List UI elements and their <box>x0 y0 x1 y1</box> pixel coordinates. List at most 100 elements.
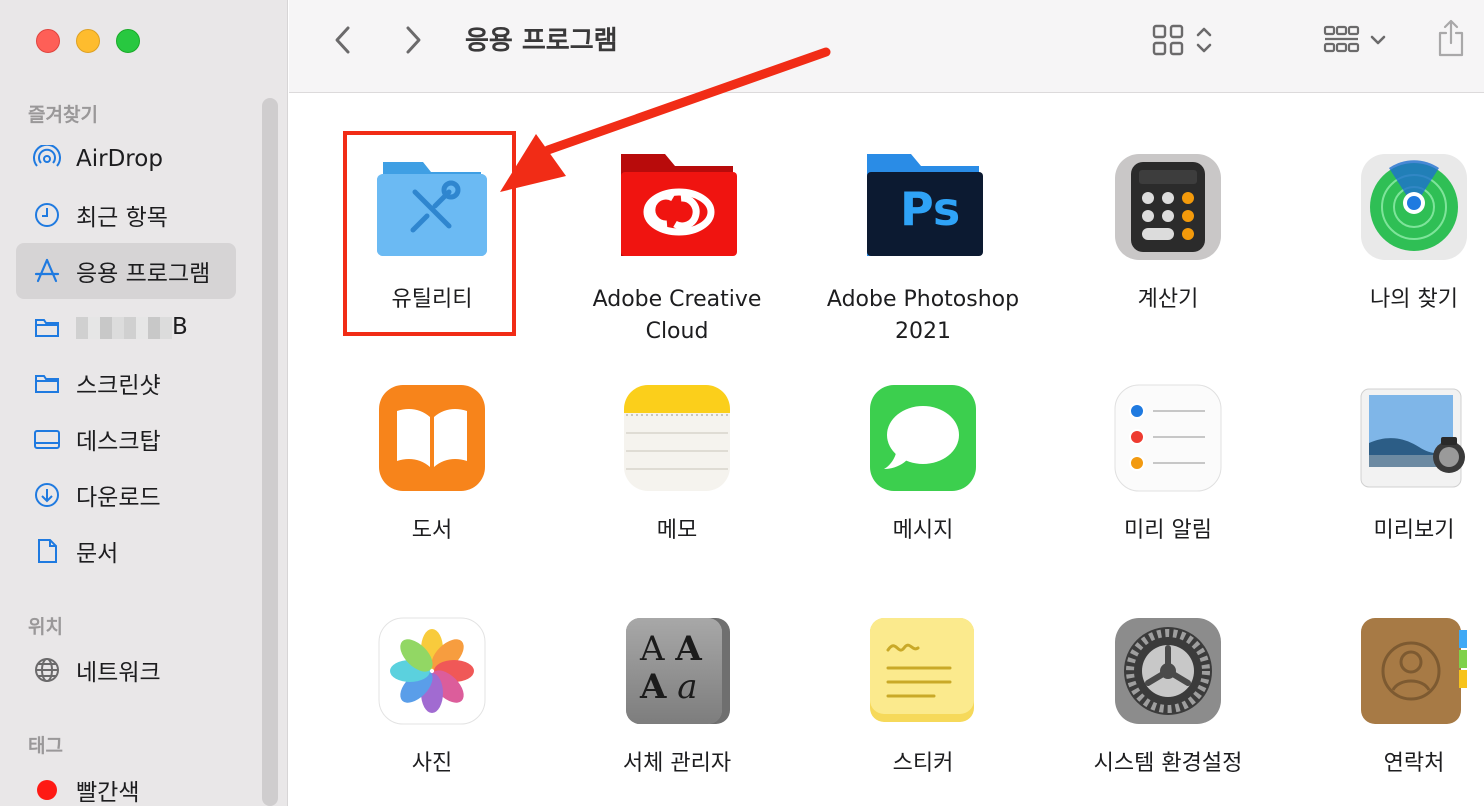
creative-cloud-folder-icon <box>621 152 737 262</box>
notes-icon <box>622 383 732 493</box>
download-icon <box>32 480 62 510</box>
calculator-icon <box>1113 152 1223 262</box>
sidebar-item-label: 문서 <box>76 541 119 567</box>
red-tag-icon <box>32 775 62 805</box>
tags-section-title: 태그 <box>28 735 63 757</box>
app-contacts[interactable]: 연락처 <box>1289 616 1484 780</box>
preview-icon <box>1359 383 1469 493</box>
reminders-icon <box>1113 383 1223 493</box>
favorites-section-title: 즐겨찾기 <box>28 104 98 126</box>
glyph: A <box>640 667 667 707</box>
sidebar-scrollbar[interactable] <box>262 98 278 806</box>
system-preferences-icon <box>1113 616 1223 726</box>
stickies-icon <box>868 616 978 726</box>
sidebar-item-label: AirDrop <box>76 146 163 172</box>
zoom-window-button[interactable] <box>116 29 140 53</box>
share-icon <box>1438 19 1464 57</box>
photos-icon <box>377 616 487 726</box>
minimize-window-button[interactable] <box>76 29 100 53</box>
app-label: 연락처 <box>1383 751 1445 776</box>
messages-icon <box>868 383 978 493</box>
sidebar-item-label: 응용 프로그램 <box>76 261 211 287</box>
sidebar-item-applications[interactable]: 응용 프로그램 <box>16 243 236 299</box>
folder-icon <box>32 312 62 342</box>
toolbar: 응용 프로그램 <box>289 0 1484 93</box>
chevron-left-icon <box>335 26 350 54</box>
locations-section-title: 위치 <box>28 616 63 638</box>
font-book-icon: A AA a <box>622 616 732 726</box>
sidebar-item-label-suffix: B <box>172 314 188 340</box>
app-label: 스티커 <box>892 751 954 776</box>
app-label: Adobe Creative Cloud <box>552 284 802 348</box>
group-icon <box>1323 25 1360 53</box>
sidebar-item-tag-red[interactable]: 빨간색 <box>16 762 236 806</box>
app-adobe-photoshop[interactable]: Ps Adobe Photoshop 2021 <box>798 152 1048 348</box>
chevron-down-icon <box>1370 35 1386 45</box>
folder-icon <box>32 368 62 398</box>
find-my-icon <box>1359 152 1469 262</box>
app-label: 계산기 <box>1137 287 1199 312</box>
app-label: 사진 <box>411 751 453 776</box>
chevron-right-icon <box>406 26 421 54</box>
app-label: 메모 <box>656 518 698 543</box>
app-calculator[interactable]: 계산기 <box>1043 152 1293 316</box>
glyph: A <box>640 629 665 669</box>
app-reminders[interactable]: 미리 알림 <box>1043 383 1293 547</box>
books-icon <box>377 383 487 493</box>
utilities-highlight-box <box>343 131 516 336</box>
glyph: a <box>677 667 698 707</box>
app-find-my[interactable]: 나의 찾기 <box>1289 152 1484 316</box>
sidebar-item-label: 최근 항목 <box>76 205 168 231</box>
airdrop-icon <box>32 144 62 174</box>
sidebar-item-label: 데스크탑 <box>76 429 161 455</box>
sidebar-item-label: 다운로드 <box>76 485 161 511</box>
app-messages[interactable]: 메시지 <box>798 383 1048 547</box>
app-books[interactable]: 도서 <box>307 383 557 547</box>
sidebar-item-redacted-folder[interactable]: B <box>16 299 236 355</box>
app-preview[interactable]: 미리보기 <box>1289 383 1484 547</box>
app-label: 나의 찾기 <box>1370 287 1458 312</box>
globe-icon <box>32 655 62 685</box>
sidebar-item-recents[interactable]: 최근 항목 <box>16 187 236 243</box>
close-window-button[interactable] <box>36 29 60 53</box>
desktop-icon <box>32 424 62 454</box>
app-stickies[interactable]: 스티커 <box>798 616 1048 780</box>
photoshop-logo-text: Ps <box>900 182 961 236</box>
window-title: 응용 프로그램 <box>465 26 618 56</box>
applications-icon <box>32 256 62 286</box>
sidebar-item-documents[interactable]: 문서 <box>16 523 236 579</box>
glyph: A <box>675 629 702 669</box>
up-down-chevron-icon <box>1196 27 1212 53</box>
app-label: 시스템 환경설정 <box>1093 751 1243 776</box>
app-adobe-creative-cloud[interactable]: Adobe Creative Cloud <box>552 152 802 348</box>
group-button[interactable] <box>1319 20 1391 60</box>
app-label: 미리 알림 <box>1124 518 1212 543</box>
sidebar-item-desktop[interactable]: 데스크탑 <box>16 411 236 467</box>
app-photos[interactable]: 사진 <box>307 616 557 780</box>
sidebar-item-network[interactable]: 네트워크 <box>16 642 236 698</box>
contacts-icon <box>1359 616 1469 726</box>
app-system-preferences[interactable]: 시스템 환경설정 <box>1043 616 1293 780</box>
font-book-glyphs: A AA a <box>640 630 720 706</box>
sidebar-item-label: 빨간색 <box>76 780 140 806</box>
view-mode-button[interactable] <box>1143 20 1223 60</box>
app-label: 서체 관리자 <box>622 751 732 776</box>
back-button[interactable] <box>325 22 361 58</box>
photoshop-folder-icon: Ps <box>867 152 983 262</box>
sidebar-item-label: 스크린샷 <box>76 373 161 399</box>
sidebar-item-downloads[interactable]: 다운로드 <box>16 467 236 523</box>
app-label-line2: 2021 <box>895 319 951 344</box>
sidebar-item-label: B <box>76 314 188 340</box>
app-label: Adobe Photoshop 2021 <box>798 284 1048 348</box>
sidebar-item-label: 네트워크 <box>76 660 161 686</box>
document-icon <box>32 536 62 566</box>
grid-view-icon <box>1152 24 1184 56</box>
share-button[interactable] <box>1431 16 1471 60</box>
sidebar-item-screenshots[interactable]: 스크린샷 <box>16 355 236 411</box>
app-notes[interactable]: 메모 <box>552 383 802 547</box>
app-font-book[interactable]: A AA a 서체 관리자 <box>552 616 802 780</box>
forward-button[interactable] <box>395 22 431 58</box>
app-label-line1: Adobe Photoshop <box>826 287 1020 312</box>
sidebar: 즐겨찾기 AirDrop 최근 항목 응용 프로그램 B 스크린샷 데스크탑 다… <box>0 0 288 806</box>
sidebar-item-airdrop[interactable]: AirDrop <box>16 131 236 187</box>
